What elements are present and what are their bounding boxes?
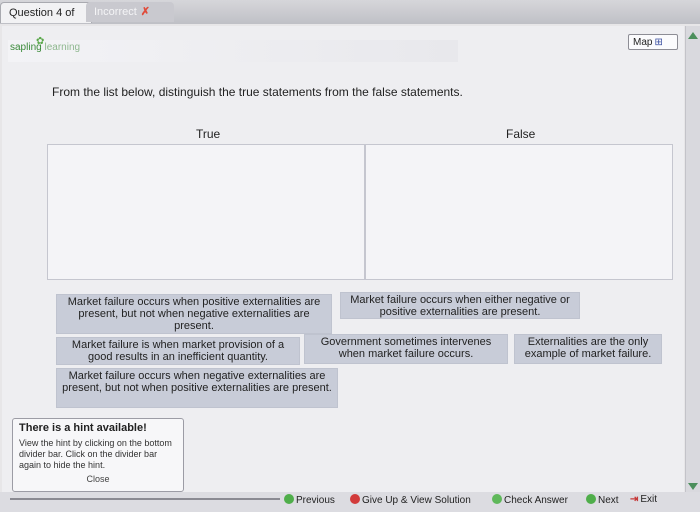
false-drop-zone[interactable] xyxy=(365,144,673,280)
true-drop-zone[interactable] xyxy=(47,144,365,280)
statement-card[interactable]: Market failure occurs when positive exte… xyxy=(56,294,332,334)
map-button[interactable]: Map ⊞ xyxy=(628,34,678,50)
hint-title: There is a hint available! xyxy=(19,422,147,434)
next-label: Next xyxy=(598,495,619,506)
statement-card[interactable]: Market failure occurs when either negati… xyxy=(340,292,580,319)
previous-button[interactable]: Previous xyxy=(284,494,335,507)
status-tab: Incorrect ✗ xyxy=(86,2,174,22)
statement-card[interactable]: Market failure occurs when negative exte… xyxy=(56,368,338,408)
next-icon xyxy=(586,494,596,504)
sapling-logo: sapling learning xyxy=(10,42,80,53)
statement-card[interactable]: Market failure is when market provision … xyxy=(56,337,300,365)
red-x-icon: ✗ xyxy=(140,6,151,18)
hint-divider-bar[interactable] xyxy=(10,498,280,500)
scroll-down-icon[interactable] xyxy=(688,483,698,490)
check-answer-label: Check Answer xyxy=(504,495,568,506)
exit-label: Exit xyxy=(640,494,658,505)
map-label: Map xyxy=(633,37,653,48)
give-up-icon xyxy=(350,494,360,504)
true-column-title: True xyxy=(196,127,221,141)
hint-box: There is a hint available! View the hint… xyxy=(12,418,184,492)
exit-button[interactable]: ⇥ Exit xyxy=(630,494,657,506)
give-up-button[interactable]: Give Up & View Solution xyxy=(350,494,471,507)
question-tab[interactable]: Question 4 of 14 xyxy=(0,2,92,39)
hint-close-button[interactable]: Close xyxy=(19,474,177,485)
sitemap-icon: ⊞ xyxy=(654,37,663,48)
check-icon xyxy=(492,494,502,504)
hint-body: View the hint by clicking on the bottom … xyxy=(19,438,172,470)
instruction-text: From the list below, distinguish the tru… xyxy=(52,85,463,99)
false-column-title: False xyxy=(506,127,536,141)
check-answer-button[interactable]: Check Answer xyxy=(492,494,568,507)
previous-icon xyxy=(284,494,294,504)
logo-word-1: sapling xyxy=(10,42,42,53)
next-button[interactable]: Next xyxy=(586,494,619,507)
logo-word-2: learning xyxy=(44,42,81,53)
give-up-label: Give Up & View Solution xyxy=(362,495,471,506)
previous-label: Previous xyxy=(296,495,335,506)
status-text: Incorrect xyxy=(94,6,137,18)
vertical-scrollbar[interactable] xyxy=(685,26,700,496)
scroll-up-icon[interactable] xyxy=(688,32,698,39)
statement-card[interactable]: Externalities are the only example of ma… xyxy=(514,334,662,364)
top-bar: Question 4 of 14 Incorrect✗ xyxy=(0,0,700,39)
exit-icon: ⇥ xyxy=(630,494,639,505)
statement-card[interactable]: Government sometimes intervenes when mar… xyxy=(304,334,508,364)
